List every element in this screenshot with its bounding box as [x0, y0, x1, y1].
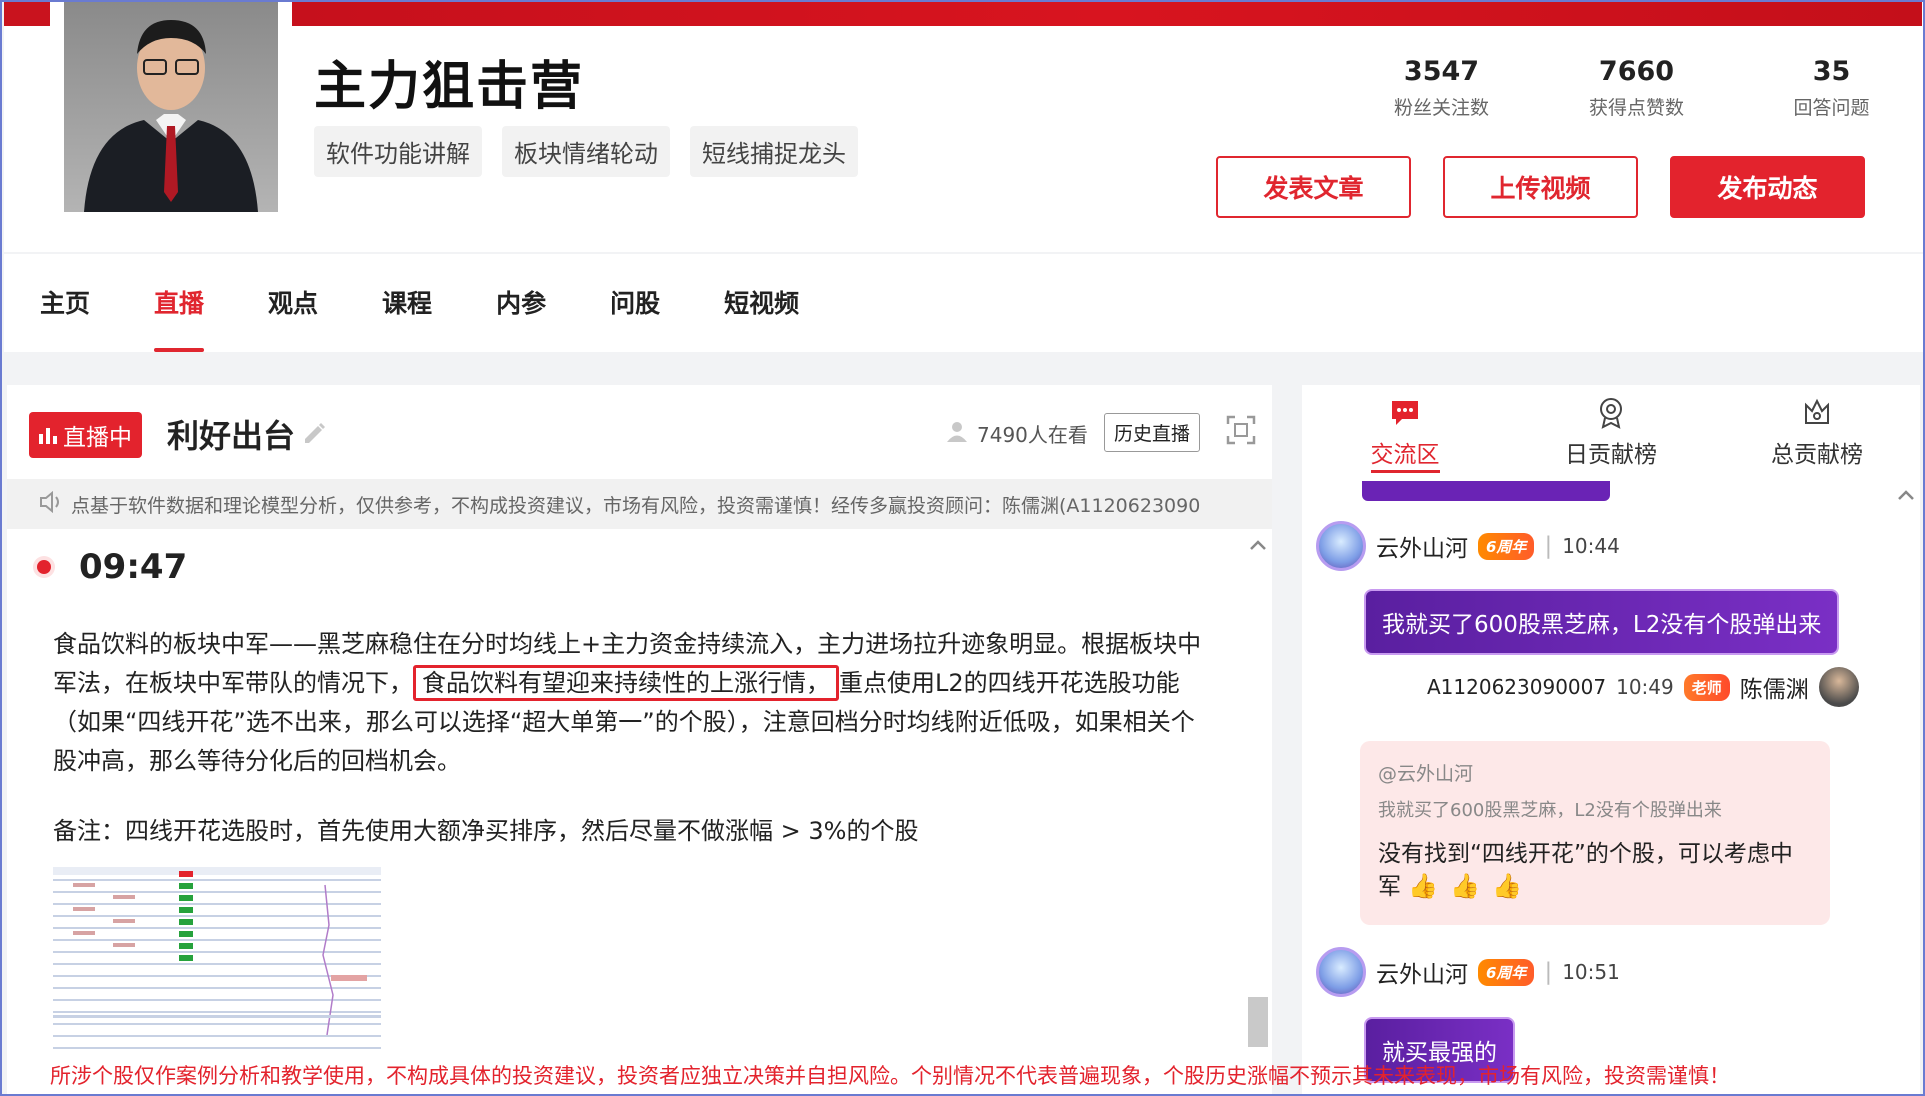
anniversary-badge: 6周年	[1478, 958, 1535, 986]
live-panel: 直播中 利好出台 7490人在看 历史直播 点基于软件数据和理论模型分析，仅供参…	[7, 385, 1272, 1094]
edit-pencil-icon[interactable]	[301, 415, 327, 453]
stat-likes: 7660 获得点赞数	[1539, 56, 1734, 120]
fullscreen-icon[interactable]	[1226, 415, 1256, 445]
tab-daily-rank[interactable]: 日贡献榜	[1508, 385, 1714, 481]
separator: |	[1544, 959, 1553, 985]
reply-text: 没有找到“四线开花”的个股，可以考虑中军 👍👍👍	[1378, 838, 1812, 903]
chat-bubble-icon	[1388, 395, 1422, 429]
tab-chat-area[interactable]: 交流区	[1302, 385, 1508, 481]
nav-tab-reference[interactable]: 内参	[496, 254, 546, 352]
nav-tab-courses[interactable]: 课程	[382, 254, 432, 352]
user-avatar[interactable]	[1316, 521, 1366, 571]
crown-icon	[1800, 395, 1834, 429]
nav-tab-live[interactable]: 直播	[154, 254, 205, 352]
chat-scrollbar[interactable]	[1892, 481, 1920, 1094]
live-status-badge: 直播中	[29, 412, 142, 458]
post-body: 食品饮料的板块中军——黑芝麻稳住在分时均线上+主力资金持续流入，主力进场拉升迹象…	[53, 625, 1213, 781]
stat-answers: 35 回答问题	[1734, 56, 1923, 120]
speaker-icon	[39, 490, 65, 518]
separator: |	[1544, 533, 1553, 559]
user-avatar[interactable]	[1316, 947, 1366, 997]
live-title-text: 利好出台	[167, 417, 296, 455]
publish-status-button[interactable]: 发布动态	[1670, 156, 1865, 218]
tab-label: 日贡献榜	[1565, 442, 1657, 468]
chat-tabs: 交流区 日贡献榜 总贡献榜	[1302, 385, 1920, 481]
profile-avatar	[64, 2, 278, 212]
stat-label: 获得点赞数	[1588, 97, 1684, 119]
chat-username[interactable]: 云外山河	[1376, 955, 1468, 989]
nav-tab-home[interactable]: 主页	[40, 254, 90, 352]
history-live-button[interactable]: 历史直播	[1104, 413, 1201, 452]
post-time: 09:47	[79, 547, 188, 587]
chat-panel: 交流区 日贡献榜 总贡献榜 云外山河 6周年 | 10:44 我就买了600股黑…	[1302, 385, 1920, 1094]
medal-icon	[1594, 395, 1628, 429]
chat-time: 10:49	[1616, 675, 1674, 699]
viewer-count: 7490人在看	[945, 419, 1088, 448]
post-time-row: 09:47	[37, 547, 187, 587]
tab-label: 交流区	[1370, 442, 1440, 473]
live-title: 利好出台	[167, 411, 327, 457]
profile-tags: 软件功能讲解 板块情绪轮动 短线捕捉龙头	[314, 126, 858, 177]
live-bars-icon	[39, 426, 57, 444]
post-screenshot-thumbnail[interactable]	[53, 865, 381, 1065]
nav-tab-views[interactable]: 观点	[268, 254, 318, 352]
stat-followers: 3547 粉丝关注数	[1344, 56, 1539, 120]
chat-message-bubble: 我就买了600股黑芝麻，L2没有个股弹出来	[1364, 589, 1840, 655]
advisor-id: A1120623090007	[1427, 675, 1607, 699]
disclaimer-text: 所涉个股仅作案例分析和教学使用，不构成具体的投资建议，投资者应独立决策并自担风险…	[50, 1064, 1730, 1088]
profile-name: 主力狙击营	[314, 57, 585, 117]
viewer-count-text: 7490人在看	[977, 423, 1088, 447]
upload-video-button[interactable]: 上传视频	[1443, 156, 1638, 218]
anniversary-badge: 6周年	[1478, 532, 1535, 560]
post-article-button[interactable]: 发表文章	[1216, 156, 1411, 218]
chat-messages: 云外山河 6周年 | 10:44 我就买了600股黑芝麻，L2没有个股弹出来 A…	[1302, 481, 1892, 1094]
main-nav: 主页 直播 观点 课程 内参 问股 短视频	[4, 254, 1923, 352]
advisor-name[interactable]: 陈儒渊	[1740, 670, 1809, 704]
post-text-highlight: 食品饮料有望迎来持续性的上涨行情，	[413, 665, 839, 701]
quoted-user: @云外山河	[1378, 763, 1474, 785]
teacher-badge: 老师	[1683, 673, 1730, 701]
stat-value: 35	[1812, 56, 1851, 87]
thumbs-up-icon: 👍👍👍	[1408, 872, 1534, 900]
stat-label: 回答问题	[1793, 97, 1870, 119]
app-frame: 主力狙击营 软件功能讲解 板块情绪轮动 短线捕捉龙头 3547 粉丝关注数 76…	[0, 0, 1925, 1096]
advisor-reply-header: A1120623090007 10:49 老师 陈儒渊	[1427, 667, 1859, 707]
risk-notice-bar: 点基于软件数据和理论模型分析，仅供参考，不构成投资建议，市场有风险，投资需谨慎！…	[7, 479, 1272, 529]
tab-total-rank[interactable]: 总贡献榜	[1714, 385, 1920, 481]
nav-tab-short-video[interactable]: 短视频	[724, 254, 799, 352]
tag[interactable]: 短线捕捉龙头	[690, 126, 858, 177]
stat-value: 3547	[1403, 56, 1480, 87]
top-accent-bar	[4, 2, 50, 26]
tag[interactable]: 软件功能讲解	[314, 126, 482, 177]
feed-scrollbar[interactable]	[1244, 529, 1272, 1094]
user-icon	[945, 419, 969, 448]
advisor-avatar[interactable]	[1818, 667, 1859, 707]
live-feed: 09:47 食品饮料的板块中军——黑芝麻稳住在分时均线上+主力资金持续流入，主力…	[7, 529, 1272, 1094]
post-remark: 备注：四线开花选股时，首先使用大额净买排序，然后尽量不做涨幅 > 3%的个股	[53, 817, 919, 845]
nav-tab-ask-stock[interactable]: 问股	[610, 254, 660, 352]
chat-time: 10:51	[1562, 960, 1620, 984]
previous-message-bubble	[1362, 481, 1610, 501]
tab-label: 总贡献榜	[1771, 442, 1863, 468]
live-header: 直播中 利好出台 7490人在看 历史直播	[7, 385, 1272, 479]
stat-value: 7660	[1598, 56, 1675, 87]
chat-username[interactable]: 云外山河	[1376, 529, 1468, 563]
live-badge-label: 直播中	[63, 425, 132, 451]
stat-label: 粉丝关注数	[1393, 97, 1489, 119]
timeline-dot	[37, 560, 51, 574]
quoted-text: 我就买了600股黑芝麻，L2没有个股弹出来	[1378, 800, 1722, 821]
chat-message-header: 云外山河 6周年 | 10:44	[1316, 521, 1620, 571]
top-banner-bar	[292, 2, 1922, 26]
tag[interactable]: 板块情绪轮动	[502, 126, 670, 177]
risk-notice-text: 点基于软件数据和理论模型分析，仅供参考，不构成投资建议，市场有风险，投资需谨慎！…	[71, 494, 1201, 517]
profile-actions: 发表文章 上传视频 发布动态	[1216, 156, 1865, 218]
chat-time: 10:44	[1562, 534, 1620, 558]
profile-stats: 3547 粉丝关注数 7660 获得点赞数 35 回答问题	[1344, 56, 1923, 120]
advisor-reply-bubble: @云外山河 我就买了600股黑芝麻，L2没有个股弹出来 没有找到“四线开花”的个…	[1360, 741, 1830, 925]
chat-message-header: 云外山河 6周年 | 10:51	[1316, 947, 1620, 997]
profile-header: 主力狙击营 软件功能讲解 板块情绪轮动 短线捕捉龙头 3547 粉丝关注数 76…	[4, 2, 1923, 252]
